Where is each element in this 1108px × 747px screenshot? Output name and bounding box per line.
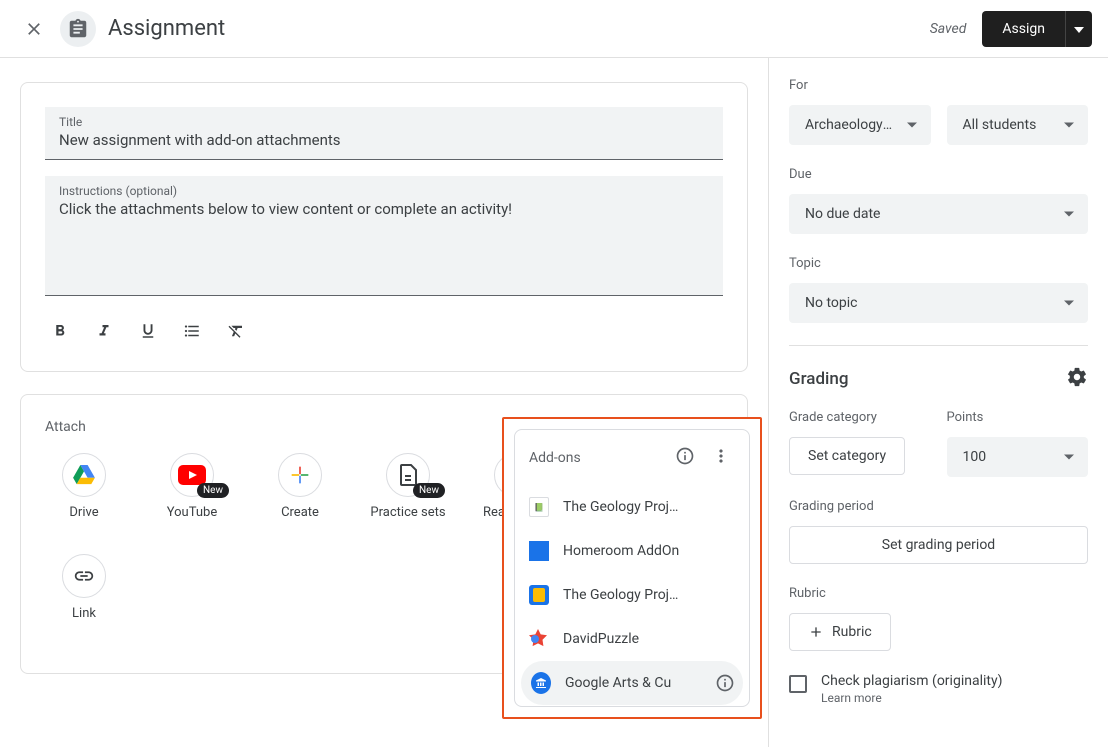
rubric-button[interactable]: Rubric — [789, 613, 891, 651]
grading-settings-button[interactable] — [1066, 366, 1088, 392]
list-icon — [183, 322, 201, 340]
title-field[interactable]: Title New assignment with add-on attachm… — [45, 107, 723, 160]
due-label: Due — [789, 167, 1088, 182]
set-category-button[interactable]: Set category — [789, 437, 905, 475]
info-icon — [675, 446, 695, 466]
addon-row[interactable]: DavidPuzzle — [515, 617, 749, 661]
italic-button[interactable] — [91, 318, 117, 347]
addons-info-button[interactable] — [671, 442, 699, 473]
clear-format-button[interactable] — [223, 318, 249, 347]
italic-icon — [95, 322, 113, 340]
assign-dropdown[interactable] — [1065, 11, 1092, 47]
underline-icon — [139, 322, 157, 340]
addon-icon — [529, 585, 549, 605]
attach-label: Drive — [69, 505, 98, 522]
addon-label: Homeroom AddOn — [563, 543, 735, 559]
attach-item-drive[interactable]: Drive — [45, 453, 123, 522]
create-icon — [278, 453, 322, 497]
addon-row[interactable]: 📗 The Geology Proj… — [515, 485, 749, 529]
attach-label: Practice sets — [370, 505, 445, 522]
assignment-type-icon — [60, 11, 96, 47]
close-icon — [24, 19, 44, 39]
addon-icon — [529, 629, 549, 649]
assignment-form-card: Title New assignment with add-on attachm… — [20, 82, 748, 372]
attach-item-link[interactable]: Link — [45, 554, 123, 623]
addons-panel: Add-ons 📗 The Geology Proj… Homeroom AddOn… — [514, 429, 750, 707]
drive-icon — [62, 453, 106, 497]
plagiarism-label: Check plagiarism (originality) — [821, 673, 1002, 689]
addons-panel-highlight: Add-ons 📗 The Geology Proj… Homeroom AddOn… — [502, 417, 762, 719]
sidebar: For Archaeology … All students Due No du… — [768, 58, 1108, 747]
header: Assignment Saved Assign — [0, 0, 1108, 58]
addon-row[interactable]: Google Arts & Cu — [521, 661, 743, 705]
grading-period-label: Grading period — [789, 499, 1088, 514]
grade-category-label: Grade category — [789, 410, 931, 425]
learn-more-link[interactable]: Learn more — [821, 691, 1002, 705]
addon-label: Google Arts & Cu — [565, 675, 701, 691]
assign-button[interactable]: Assign — [982, 11, 1065, 47]
more-vert-icon — [711, 446, 731, 466]
page-title: Assignment — [108, 16, 225, 41]
saved-status: Saved — [930, 21, 967, 37]
rubric-button-label: Rubric — [832, 624, 872, 640]
instructions-label: Instructions (optional) — [59, 184, 709, 198]
underline-button[interactable] — [135, 318, 161, 347]
points-label: Points — [947, 410, 1089, 425]
instructions-field[interactable]: Instructions (optional) Click the attach… — [45, 176, 723, 296]
attach-item-practice-sets[interactable]: New Practice sets — [369, 453, 447, 522]
plus-icon — [808, 624, 824, 640]
points-select[interactable]: 100 — [947, 437, 1089, 477]
class-select[interactable]: Archaeology … — [789, 105, 931, 145]
clear-format-icon — [227, 322, 245, 340]
clipboard-icon — [67, 18, 89, 40]
instructions-value: Click the attachments below to view cont… — [59, 200, 709, 218]
link-icon — [62, 554, 106, 598]
attach-item-youtube[interactable]: New YouTube — [153, 453, 231, 522]
due-date-select[interactable]: No due date — [789, 194, 1088, 234]
students-select[interactable]: All students — [947, 105, 1089, 145]
topic-label: Topic — [789, 256, 1088, 271]
addon-label: DavidPuzzle — [563, 631, 735, 647]
caret-down-icon — [1074, 27, 1084, 33]
topic-select[interactable]: No topic — [789, 283, 1088, 323]
bold-icon — [51, 322, 69, 340]
set-grading-period-button[interactable]: Set grading period — [789, 526, 1088, 564]
attach-label: Create — [281, 505, 319, 522]
divider — [789, 345, 1088, 346]
addon-row[interactable]: Homeroom AddOn — [515, 529, 749, 573]
addon-label: The Geology Proj… — [563, 499, 735, 515]
addon-row[interactable]: The Geology Proj… — [515, 573, 749, 617]
new-badge: New — [413, 483, 445, 498]
addons-title: Add-ons — [529, 450, 581, 466]
plagiarism-checkbox[interactable] — [789, 675, 807, 693]
close-button[interactable] — [16, 11, 52, 47]
for-label: For — [789, 78, 1088, 93]
addon-icon: 📗 — [529, 497, 549, 517]
addon-label: The Geology Proj… — [563, 587, 735, 603]
attach-label: YouTube — [167, 505, 218, 522]
rich-text-toolbar — [45, 312, 723, 347]
addons-more-button[interactable] — [707, 442, 735, 473]
attach-item-create[interactable]: Create — [261, 453, 339, 522]
title-label: Title — [59, 115, 709, 129]
grading-title: Grading — [789, 369, 848, 389]
main-content: Title New assignment with add-on attachm… — [0, 58, 768, 747]
addon-icon — [529, 541, 549, 561]
rubric-label: Rubric — [789, 586, 1088, 601]
info-icon[interactable] — [715, 673, 735, 693]
gear-icon — [1066, 366, 1088, 388]
bold-button[interactable] — [47, 318, 73, 347]
new-badge: New — [197, 483, 229, 498]
title-value: New assignment with add-on attachments — [59, 131, 709, 149]
addon-icon — [531, 673, 551, 693]
attach-label: Link — [72, 606, 96, 623]
bullet-list-button[interactable] — [179, 318, 205, 347]
